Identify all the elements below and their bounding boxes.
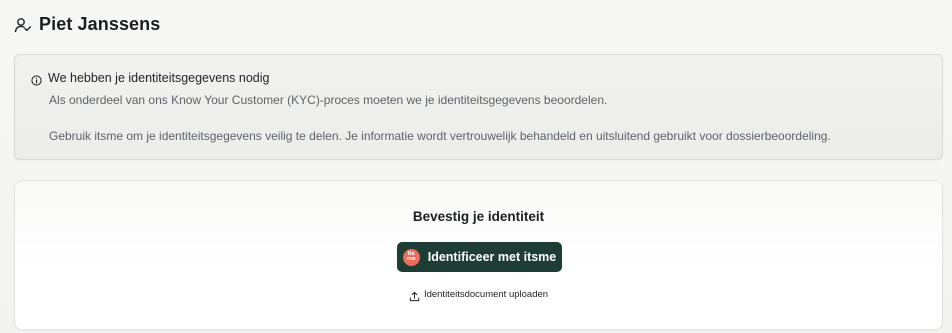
- itsme-logo-icon: its me: [402, 248, 420, 266]
- page-header: Piet Janssens: [14, 14, 160, 35]
- identity-confirm-card: Bevestig je identiteit its me Identifice…: [14, 180, 943, 330]
- alert-text-itsme: Gebruik itsme om je identiteitsgegevens …: [49, 129, 831, 143]
- page-title: Piet Janssens: [39, 14, 161, 34]
- alert-text-kyc: Als onderdeel van ons Know Your Customer…: [49, 93, 608, 107]
- identify-itsme-label: Identificeer met itsme: [427, 250, 557, 264]
- identify-itsme-button[interactable]: its me Identificeer met itsme: [397, 242, 562, 272]
- person-check-icon: [14, 16, 32, 34]
- confirm-identity-title: Bevestig je identiteit: [412, 209, 545, 224]
- alert-title: We hebben je identiteitsgegevens nodig: [48, 71, 270, 85]
- alert-heading: We hebben je identiteitsgegevens nodig: [31, 71, 270, 86]
- upload-document-label: Identiteitsdocument uploaden: [423, 289, 549, 300]
- kyc-info-alert: We hebben je identiteitsgegevens nodig A…: [14, 54, 943, 160]
- info-circle-icon: [31, 73, 42, 86]
- upload-icon: [409, 289, 420, 302]
- page: Piet Janssens We hebben je identiteitsge…: [0, 0, 952, 333]
- upload-document-link[interactable]: Identiteitsdocument uploaden: [15, 289, 942, 302]
- itsme-logo-text: its me: [406, 250, 416, 262]
